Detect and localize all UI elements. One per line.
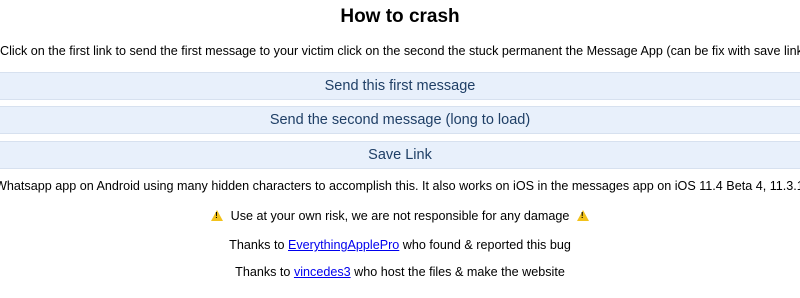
credit-prefix: Thanks to: [229, 238, 288, 252]
save-link-button[interactable]: Save Link: [0, 141, 800, 169]
description-text: Whatsapp app on Android using many hidde…: [0, 179, 800, 193]
credit-line-finder: Thanks to EverythingApplePro who found &…: [0, 237, 800, 253]
everythingapplepro-link[interactable]: EverythingApplePro: [288, 238, 399, 252]
credit-suffix: who host the files & make the website: [350, 265, 565, 279]
credit-prefix: Thanks to: [235, 265, 294, 279]
credit-line-host: Thanks to vincedes3 who host the files &…: [0, 264, 800, 280]
warning-line: Use at your own risk, we are not respons…: [0, 208, 800, 224]
send-second-message-button[interactable]: Send the second message (long to load): [0, 106, 800, 134]
credit-suffix: who found & reported this bug: [399, 238, 571, 252]
vincedes3-link[interactable]: vincedes3: [294, 265, 351, 279]
warning-text: Use at your own risk, we are not respons…: [230, 209, 570, 223]
warning-icon: [576, 210, 589, 221]
instructions-text: Click on the first link to send the firs…: [0, 44, 800, 58]
warning-icon: [211, 210, 224, 221]
send-first-message-button[interactable]: Send this first message: [0, 72, 800, 100]
page-title: How to crash: [340, 6, 460, 27]
